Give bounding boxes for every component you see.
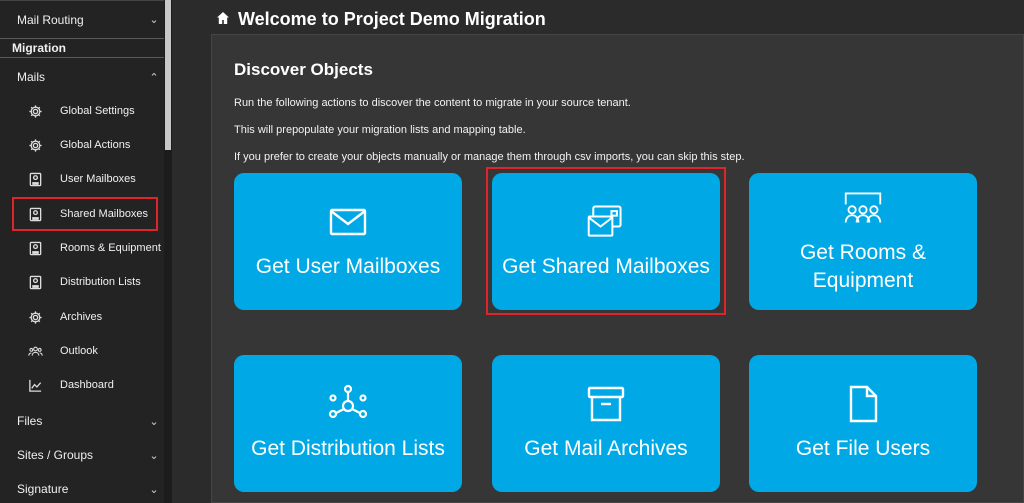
meeting-room-icon xyxy=(843,188,883,233)
sidebar-item-label: Global Settings xyxy=(60,105,135,117)
sidebar-item-global-actions[interactable]: Global Actions xyxy=(0,128,164,162)
sidebar-item-outlook[interactable]: Outlook xyxy=(0,334,164,368)
sidebar-item-label: Global Actions xyxy=(60,139,131,151)
sidebar-item-global-settings[interactable]: Global Settings xyxy=(0,94,164,128)
sidebar-item-label: Mail Routing xyxy=(17,12,84,27)
sidebar-item-user-mailboxes[interactable]: User Mailboxes xyxy=(0,162,164,196)
sidebar-group-label: Signature xyxy=(17,482,69,496)
mailbox-icon xyxy=(28,172,60,187)
sidebar-item-label: Outlook xyxy=(60,345,98,357)
sidebar-item-mail-routing[interactable]: Mail Routing ⌄ xyxy=(0,0,164,38)
mailbox-icon xyxy=(28,275,60,290)
mailbox-icon xyxy=(28,241,60,256)
gear-icon xyxy=(28,104,60,119)
sidebar-item-label: Archives xyxy=(60,311,103,323)
section-label: Migration xyxy=(12,41,66,55)
envelope-icon xyxy=(328,202,368,247)
sidebar-item-distribution-lists[interactable]: Distribution Lists xyxy=(0,265,164,299)
panel-description-line: If you prefer to create your objects man… xyxy=(234,151,745,163)
sidebar-item-dashboard[interactable]: Dashboard xyxy=(0,368,164,402)
chevron-down-icon: ⌄ xyxy=(149,449,159,462)
get-rooms-equipment-button[interactable]: Get Rooms & Equipment xyxy=(749,173,977,310)
archive-box-icon xyxy=(586,384,626,429)
panel-description-line: This will prepopulate your migration lis… xyxy=(234,124,526,136)
sidebar-group-files[interactable]: Files ⌄ xyxy=(0,404,164,438)
sidebar-group-label: Mails xyxy=(17,70,46,84)
network-icon xyxy=(328,384,368,429)
sidebar-item-label: Rooms & Equipment xyxy=(60,242,161,254)
chevron-down-icon: ⌄ xyxy=(149,14,159,26)
tile-label: Get Mail Archives xyxy=(524,436,688,460)
home-icon xyxy=(216,9,230,30)
panel-title: Discover Objects xyxy=(234,60,373,79)
chevron-down-icon: ⌄ xyxy=(149,483,159,496)
tile-label: Get User Mailboxes xyxy=(255,254,441,278)
sidebar-item-label: Dashboard xyxy=(60,379,114,391)
get-user-mailboxes-button[interactable]: Get User Mailboxes xyxy=(234,173,462,310)
get-file-users-button[interactable]: Get File Users xyxy=(749,355,977,492)
page-title-text: Welcome to Project Demo Migration xyxy=(238,8,546,29)
get-distribution-lists-button[interactable]: Get Distribution Lists xyxy=(234,355,462,492)
sidebar-item-label: User Mailboxes xyxy=(60,173,136,185)
sidebar-group-signature[interactable]: Signature ⌄ xyxy=(0,472,164,503)
people-icon xyxy=(28,344,60,359)
page-title: Welcome to Project Demo Migration xyxy=(216,0,546,38)
highlight-box xyxy=(486,167,726,315)
chevron-down-icon: ⌄ xyxy=(149,415,159,428)
sidebar-item-shared-mailboxes[interactable]: Shared Mailboxes xyxy=(12,197,158,231)
chart-icon xyxy=(28,378,60,393)
gear-icon xyxy=(28,310,60,325)
sidebar-section-migration: Migration xyxy=(0,38,164,58)
sidebar-group-sites-groups[interactable]: Sites / Groups ⌄ xyxy=(0,438,164,472)
sidebar-group-mails[interactable]: Mails ⌃ xyxy=(0,60,164,94)
tile-label: Get Distribution Lists xyxy=(251,436,445,460)
sidebar: Mail Routing ⌄ Migration Mails ⌃ Global … xyxy=(0,0,164,503)
tile-label: Get File Users xyxy=(795,436,931,460)
sidebar-scrollbar[interactable] xyxy=(164,0,172,503)
file-icon xyxy=(843,384,883,429)
sidebar-item-label: Shared Mailboxes xyxy=(60,208,149,220)
gear-icon xyxy=(28,138,60,153)
sidebar-item-archives[interactable]: Archives xyxy=(0,300,164,334)
sidebar-group-label: Files xyxy=(17,414,43,428)
mailbox-icon xyxy=(28,207,60,222)
sidebar-group-label: Sites / Groups xyxy=(17,448,94,462)
sidebar-item-label: Distribution Lists xyxy=(60,276,141,288)
scrollbar-thumb[interactable] xyxy=(165,0,171,150)
sidebar-item-rooms-equipment[interactable]: Rooms & Equipment xyxy=(0,231,164,265)
panel-description-line: Run the following actions to discover th… xyxy=(234,97,631,109)
chevron-up-icon: ⌃ xyxy=(149,71,159,84)
tile-label: Get Rooms & Equipment xyxy=(799,240,927,292)
get-mail-archives-button[interactable]: Get Mail Archives xyxy=(492,355,720,492)
